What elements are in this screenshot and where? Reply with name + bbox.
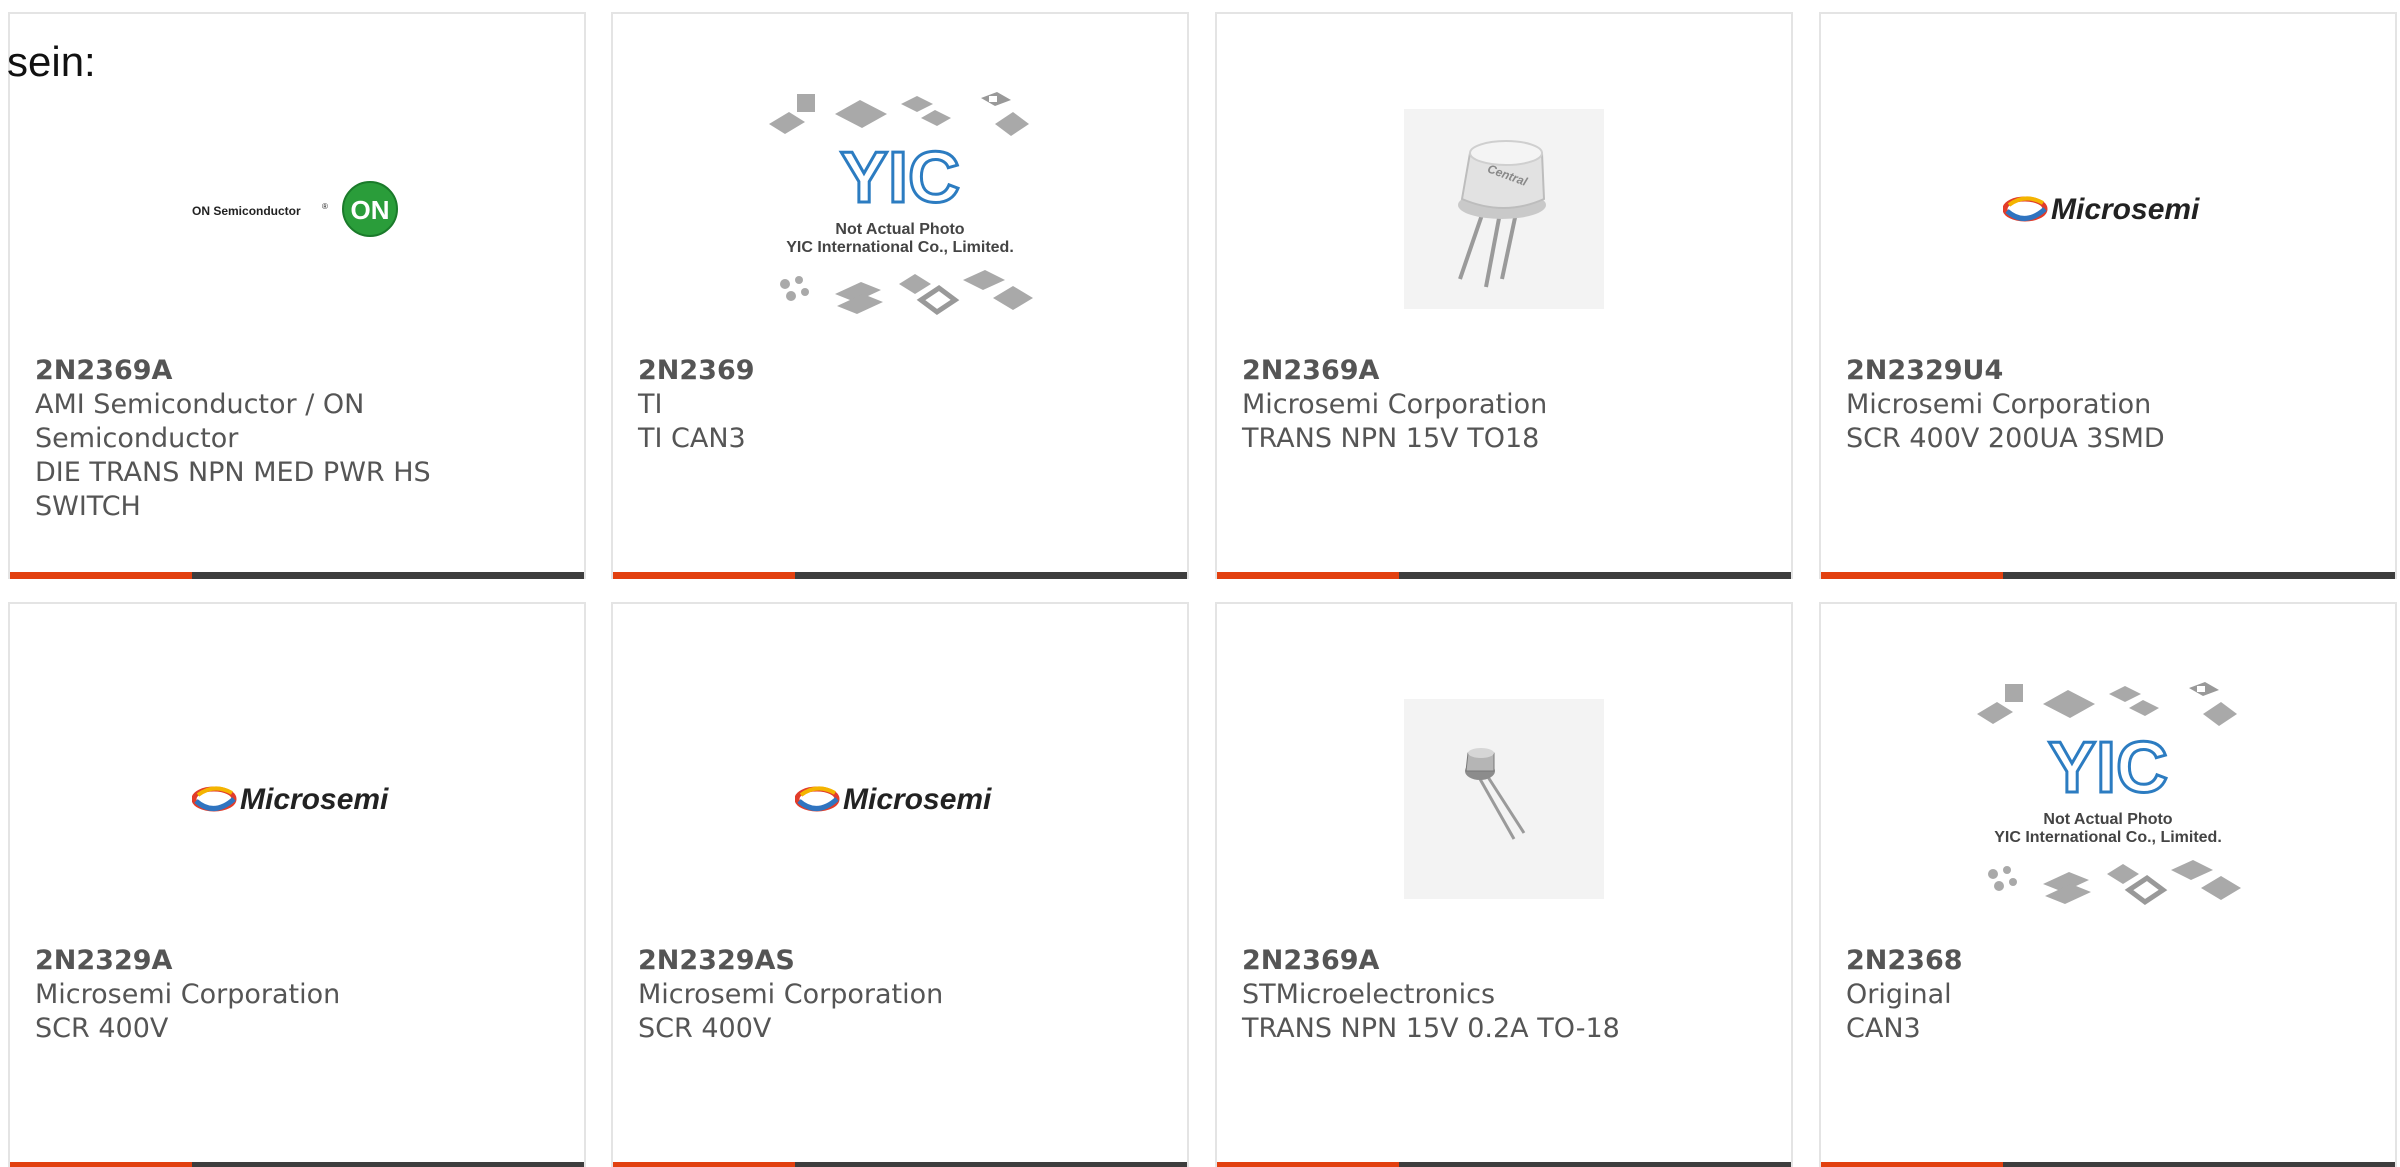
- product-image[interactable]: [1217, 664, 1791, 934]
- product-info: 2N2369A Microsemi Corporation TRANS NPN …: [1242, 354, 1691, 456]
- product-card[interactable]: 2N2369A STMicroelectronics TRANS NPN 15V…: [1215, 602, 1793, 1167]
- svg-text:YIC: YIC: [840, 138, 960, 218]
- on-semiconductor-logo: ON Semiconductor ® ON: [192, 181, 398, 237]
- product-info: 2N2329AS Microsemi Corporation SCR 400V: [638, 944, 1087, 1046]
- manufacturer: Microsemi Corporation: [1242, 389, 1548, 420]
- description: CAN3: [1846, 1013, 1921, 1044]
- description: SCR 400V 200UA 3SMD: [1846, 423, 2165, 454]
- card-accent-bar: [10, 1162, 192, 1167]
- card-bottom-bar: [613, 572, 1187, 579]
- svg-text:Microsemi: Microsemi: [240, 783, 389, 816]
- card-bottom-bar: [10, 572, 584, 579]
- description: SCR 400V: [35, 1013, 169, 1044]
- product-image[interactable]: YIC Not Actual Photo YIC International C…: [1821, 664, 2395, 934]
- product-card[interactable]: ON Semiconductor ® ON 2N2369A AMI Semico…: [8, 12, 586, 579]
- product-info: 2N2368 Original CAN3: [1846, 944, 2295, 1046]
- product-card[interactable]: YIC Not Actual Photo YIC International C…: [611, 12, 1189, 579]
- product-card[interactable]: Microsemi 2N2329U4 Microsemi Corporation…: [1819, 12, 2397, 579]
- card-accent-bar: [1821, 572, 2003, 579]
- card-bottom-bar: [1217, 1162, 1791, 1167]
- product-card[interactable]: Microsemi 2N2329AS Microsemi Corporation…: [611, 602, 1189, 1167]
- card-accent-bar: [613, 1162, 795, 1167]
- microsemi-logo: Microsemi: [192, 783, 389, 816]
- product-info: 2N2329U4 Microsemi Corporation SCR 400V …: [1846, 354, 2295, 456]
- card-bottom-bar: [1821, 572, 2395, 579]
- product-info: 2N2329A Microsemi Corporation SCR 400V: [35, 944, 484, 1046]
- manufacturer: Microsemi Corporation: [638, 979, 944, 1010]
- lead-text: sein:: [7, 38, 96, 85]
- part-number[interactable]: 2N2369: [638, 354, 1087, 388]
- card-bottom-bar: [1821, 1162, 2395, 1167]
- yic-not-actual-photo: YIC Not Actual Photo YIC International C…: [769, 92, 1033, 316]
- part-number[interactable]: 2N2329AS: [638, 944, 1087, 978]
- manufacturer: TI: [638, 389, 663, 420]
- manufacturer: AMI Semiconductor / ON: [35, 389, 365, 420]
- product-card[interactable]: Central 2N2369A Microsemi Corporation TR…: [1215, 12, 1793, 579]
- svg-text:YIC International Co., Limited: YIC International Co., Limited.: [786, 239, 1014, 256]
- card-accent-bar: [1217, 572, 1399, 579]
- description: TRANS NPN 15V TO18: [1242, 423, 1540, 454]
- small-transistor-photo: [1404, 699, 1604, 899]
- card-accent-bar: [1821, 1162, 2003, 1167]
- microsemi-logo: Microsemi: [795, 783, 992, 816]
- manufacturer: STMicroelectronics: [1242, 979, 1496, 1010]
- card-bottom-bar: [613, 1162, 1187, 1167]
- description-cont: SWITCH: [35, 491, 141, 522]
- product-info: 2N2369 TI TI CAN3: [638, 354, 1087, 456]
- svg-text:Not Actual Photo: Not Actual Photo: [835, 221, 964, 238]
- product-image[interactable]: Microsemi: [1821, 74, 2395, 344]
- svg-text:ON Semiconductor: ON Semiconductor: [192, 204, 301, 218]
- part-number[interactable]: 2N2369A: [1242, 944, 1691, 978]
- part-number[interactable]: 2N2368: [1846, 944, 2295, 978]
- product-grid-page: sein: ON Semiconductor ® ON 2N2369A AMI …: [0, 0, 2400, 1167]
- card-accent-bar: [613, 572, 795, 579]
- svg-text:Not Actual Photo: Not Actual Photo: [2043, 811, 2172, 828]
- product-image[interactable]: YIC Not Actual Photo YIC International C…: [613, 74, 1187, 344]
- microsemi-logo: Microsemi: [2003, 193, 2200, 226]
- svg-text:ON: ON: [351, 195, 390, 225]
- product-image[interactable]: Microsemi: [613, 664, 1187, 934]
- description: TI CAN3: [638, 423, 746, 454]
- product-info: 2N2369A AMI Semiconductor / ON Semicondu…: [35, 354, 484, 524]
- card-accent-bar: [1217, 1162, 1399, 1167]
- product-info: 2N2369A STMicroelectronics TRANS NPN 15V…: [1242, 944, 1691, 1046]
- description: SCR 400V: [638, 1013, 772, 1044]
- part-number[interactable]: 2N2329A: [35, 944, 484, 978]
- svg-text:Microsemi: Microsemi: [843, 783, 992, 816]
- description: DIE TRANS NPN MED PWR HS: [35, 457, 431, 488]
- part-number[interactable]: 2N2329U4: [1846, 354, 2295, 388]
- svg-text:YIC International Co., Limited: YIC International Co., Limited.: [1994, 829, 2222, 846]
- svg-text:®: ®: [322, 202, 328, 211]
- yic-not-actual-photo: YIC Not Actual Photo YIC International C…: [1977, 682, 2241, 906]
- card-accent-bar: [10, 572, 192, 579]
- to18-transistor-photo: Central: [1404, 109, 1604, 309]
- manufacturer: Microsemi Corporation: [1846, 389, 2152, 420]
- part-number[interactable]: 2N2369A: [1242, 354, 1691, 388]
- svg-text:Microsemi: Microsemi: [2051, 193, 2200, 226]
- card-bottom-bar: [10, 1162, 584, 1167]
- manufacturer-cont: Semiconductor: [35, 423, 239, 454]
- manufacturer: Original: [1846, 979, 1952, 1010]
- manufacturer: Microsemi Corporation: [35, 979, 341, 1010]
- product-image[interactable]: ON Semiconductor ® ON: [10, 74, 584, 344]
- product-card[interactable]: Microsemi 2N2329A Microsemi Corporation …: [8, 602, 586, 1167]
- product-image[interactable]: Central: [1217, 74, 1791, 344]
- part-number[interactable]: 2N2369A: [35, 354, 484, 388]
- product-image[interactable]: Microsemi: [10, 664, 584, 934]
- card-bottom-bar: [1217, 572, 1791, 579]
- product-card[interactable]: YIC Not Actual Photo YIC International C…: [1819, 602, 2397, 1167]
- svg-text:YIC: YIC: [2048, 728, 2168, 808]
- description: TRANS NPN 15V 0.2A TO-18: [1242, 1013, 1620, 1044]
